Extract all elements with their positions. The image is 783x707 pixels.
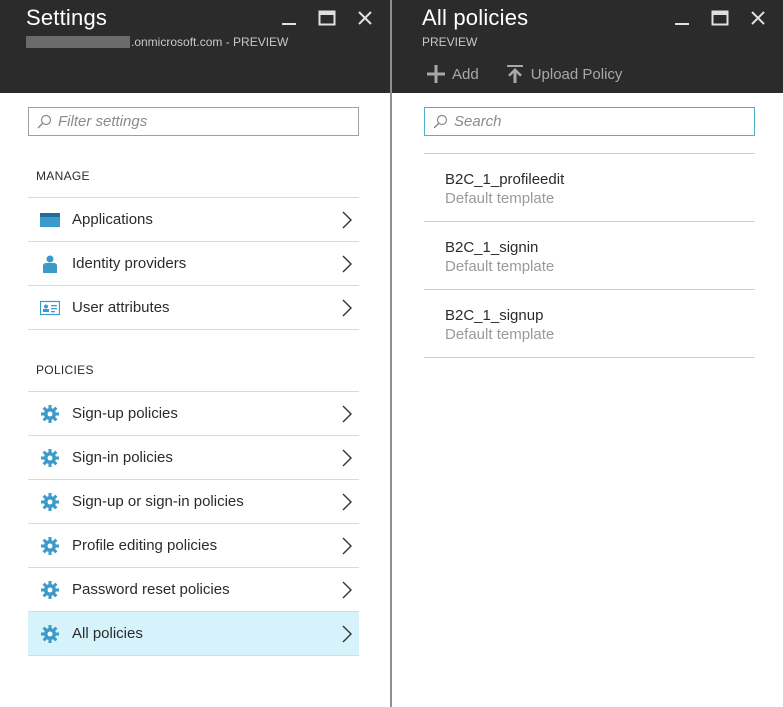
chevron-right-icon (342, 537, 352, 555)
maximize-icon (711, 10, 729, 26)
menu-item-label: Sign-up or sign-in policies (72, 493, 244, 510)
menu-item-profile-editing-policies[interactable]: Profile editing policies (28, 524, 359, 568)
minimize-icon (282, 23, 296, 25)
menu-item-label: Applications (72, 211, 153, 228)
redacted-tenant-name (26, 36, 130, 48)
menu-item-sign-up-or-sign-in-policies[interactable]: Sign-up or sign-in policies (28, 480, 359, 524)
menu-item-all-policies[interactable]: All policies (28, 612, 359, 656)
close-icon (358, 11, 372, 25)
policy-name: B2C_1_signup (445, 307, 544, 324)
gear-icon (40, 448, 60, 468)
menu-item-applications[interactable]: Applications (28, 198, 359, 242)
person-icon (40, 254, 60, 274)
gear-icon (40, 536, 60, 556)
chevron-right-icon (342, 211, 352, 229)
chevron-right-icon (342, 581, 352, 599)
manage-menu: Applications Identity providers User att… (28, 197, 359, 330)
all-policies-blade: All policies PREVIEW Add Upload Policy S… (392, 0, 783, 707)
gear-icon (40, 580, 60, 600)
applications-icon (40, 210, 60, 230)
add-label: Add (452, 65, 479, 83)
filter-placeholder: Filter settings (58, 113, 148, 130)
plus-icon (427, 65, 445, 83)
add-button[interactable]: Add (426, 64, 479, 84)
search-icon (37, 114, 52, 128)
chevron-right-icon (342, 493, 352, 511)
id-card-icon (40, 298, 60, 318)
close-button[interactable] (745, 8, 771, 28)
minimize-button[interactable] (276, 8, 302, 28)
menu-item-label: Profile editing policies (72, 537, 218, 554)
tenant-domain-label: .onmicrosoft.com - PREVIEW (131, 35, 289, 49)
search-icon (433, 114, 448, 128)
menu-item-sign-in-policies[interactable]: Sign-in policies (28, 436, 359, 480)
maximize-button[interactable] (314, 8, 340, 28)
settings-blade: Settings .onmicrosoft.com - PREVIEW Filt… (0, 0, 390, 707)
policies-blade-header: All policies PREVIEW Add Upload Policy (392, 0, 783, 93)
settings-window-controls (264, 8, 378, 28)
upload-policy-button[interactable]: Upload Policy (505, 64, 623, 84)
chevron-right-icon (342, 299, 352, 317)
chevron-right-icon (342, 449, 352, 467)
policies-menu: Sign-up policies Sign-in policies Sign-u… (28, 391, 359, 656)
maximize-button[interactable] (707, 8, 733, 28)
menu-item-label: All policies (72, 625, 143, 642)
policies-subtitle: PREVIEW (422, 35, 478, 49)
policy-name: B2C_1_signin (445, 239, 539, 256)
policies-title: All policies (422, 5, 529, 30)
minimize-button[interactable] (669, 8, 695, 28)
upload-icon (506, 65, 523, 83)
policy-row[interactable]: B2C_1_signin Default template (424, 222, 755, 290)
minimize-icon (675, 23, 689, 25)
upload-policy-label: Upload Policy (530, 65, 623, 83)
menu-item-password-reset-policies[interactable]: Password reset policies (28, 568, 359, 612)
policies-window-controls (657, 8, 771, 28)
settings-subtitle: .onmicrosoft.com - PREVIEW (26, 35, 288, 49)
menu-item-identity-providers[interactable]: Identity providers (28, 242, 359, 286)
menu-item-label: User attributes (72, 299, 170, 316)
policy-description: Default template (445, 326, 555, 343)
policy-list: B2C_1_profileedit Default template B2C_1… (424, 153, 755, 358)
command-bar: Add Upload Policy (426, 64, 622, 84)
filter-settings-input[interactable]: Filter settings (28, 107, 359, 136)
menu-item-label: Identity providers (72, 255, 187, 272)
maximize-icon (318, 10, 336, 26)
manage-section-heading: MANAGE (36, 169, 90, 183)
menu-item-sign-up-policies[interactable]: Sign-up policies (28, 392, 359, 436)
menu-item-label: Password reset policies (72, 581, 230, 598)
policy-name: B2C_1_profileedit (445, 171, 565, 188)
policy-row[interactable]: B2C_1_signup Default template (424, 290, 755, 358)
close-icon (751, 11, 765, 25)
chevron-right-icon (342, 405, 352, 423)
search-input[interactable]: Search (424, 107, 755, 136)
settings-blade-header: Settings .onmicrosoft.com - PREVIEW (0, 0, 390, 93)
policy-row[interactable]: B2C_1_profileedit Default template (424, 154, 755, 222)
policy-description: Default template (445, 258, 555, 275)
gear-icon (40, 492, 60, 512)
settings-title: Settings (26, 5, 108, 30)
menu-item-label: Sign-up policies (72, 405, 178, 422)
menu-item-user-attributes[interactable]: User attributes (28, 286, 359, 330)
search-placeholder: Search (454, 113, 502, 130)
chevron-right-icon (342, 625, 352, 643)
menu-item-label: Sign-in policies (72, 449, 173, 466)
close-button[interactable] (352, 8, 378, 28)
gear-icon (40, 624, 60, 644)
gear-icon (40, 404, 60, 424)
policy-description: Default template (445, 190, 555, 207)
chevron-right-icon (342, 255, 352, 273)
policies-section-heading: POLICIES (36, 363, 94, 377)
